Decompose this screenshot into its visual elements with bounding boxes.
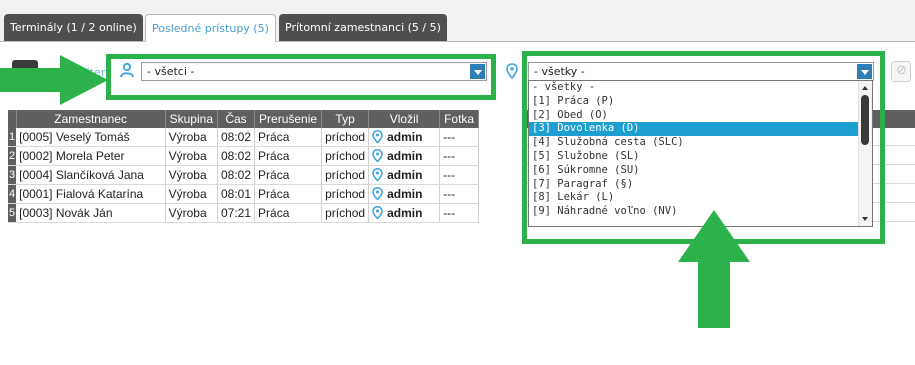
- column-header-inserted-by[interactable]: Vložil: [368, 110, 441, 128]
- tab-recent-access[interactable]: Posledné prístupy (5): [145, 14, 276, 42]
- table-row[interactable]: 1 [0005] Veselý Tomáš Výroba 08:02 Práca…: [8, 128, 480, 147]
- table-header-row: Zamestnanec Skupina Čas Prerušenie Typ V…: [8, 110, 480, 128]
- table-row[interactable]: 3 [0004] Slančíková Jana Výroba 08:02 Pr…: [8, 165, 480, 185]
- row-number-header: [8, 110, 17, 128]
- photo-cell: ---: [439, 165, 480, 185]
- photo-cell: ---: [439, 184, 480, 204]
- column-header-reason[interactable]: Prerušenie: [254, 110, 323, 128]
- inserted-by-cell: admin: [368, 203, 441, 223]
- tab-bar-divider: [0, 41, 915, 42]
- reason-cell: Práca: [254, 128, 323, 147]
- column-header-group[interactable]: Skupina: [165, 110, 219, 128]
- group-cell: Výroba: [165, 128, 219, 147]
- column-header-time[interactable]: Čas: [217, 110, 256, 128]
- row-number: 4: [8, 184, 17, 204]
- time-cell: 08:02: [217, 128, 256, 147]
- table-row[interactable]: 4 [0001] Fialová Katarína Výroba 08:01 P…: [8, 184, 480, 204]
- photo-cell: ---: [439, 146, 480, 166]
- time-cell: 08:02: [217, 165, 256, 185]
- employee-cell: [0002] Morela Peter: [16, 146, 166, 166]
- inserted-by-cell: admin: [368, 146, 441, 166]
- arrow-right-icon: [0, 55, 108, 105]
- employee-cell: [0001] Fialová Katarína: [16, 184, 166, 204]
- time-cell: 08:02: [217, 146, 256, 166]
- row-number: 3: [8, 165, 17, 185]
- access-table: Zamestnanec Skupina Čas Prerušenie Typ V…: [8, 110, 480, 223]
- arrow-up-icon: [678, 210, 750, 328]
- location-pin-icon: [372, 168, 383, 181]
- inserted-by-name: admin: [387, 168, 423, 182]
- type-cell: príchod: [321, 203, 370, 223]
- time-cell: 08:01: [217, 184, 256, 204]
- type-cell: príchod: [321, 165, 370, 185]
- clear-button[interactable]: ⊘: [891, 61, 911, 82]
- column-header-type[interactable]: Typ: [321, 110, 370, 128]
- photo-cell: ---: [439, 128, 480, 147]
- reason-cell: Práca: [254, 203, 323, 223]
- inserted-by-name: admin: [387, 187, 423, 201]
- column-header-photo[interactable]: Fotka: [439, 110, 480, 128]
- clear-icon: ⊘: [896, 63, 907, 78]
- table-row[interactable]: 2 [0002] Morela Peter Výroba 08:02 Práca…: [8, 146, 480, 166]
- group-cell: Výroba: [165, 184, 219, 204]
- photo-cell: ---: [439, 203, 480, 223]
- type-cell: príchod: [321, 146, 370, 166]
- employee-cell: [0003] Novák Ján: [16, 203, 166, 223]
- location-pin-icon: [372, 149, 383, 162]
- group-cell: Výroba: [165, 146, 219, 166]
- highlight-box-employee: [106, 54, 496, 100]
- column-header-employee[interactable]: Zamestnanec: [16, 110, 166, 128]
- row-number: 5: [8, 203, 17, 223]
- inserted-by-name: admin: [387, 149, 423, 163]
- reason-cell: Práca: [254, 184, 323, 204]
- type-cell: príchod: [321, 128, 370, 147]
- location-pin-icon: [372, 206, 383, 219]
- inserted-by-name: admin: [387, 130, 423, 144]
- row-number: 1: [8, 128, 17, 147]
- type-cell: príchod: [321, 184, 370, 204]
- tab-present-employees[interactable]: Prítomní zamestnanci (5 / 5): [279, 14, 447, 41]
- location-pin-icon: [372, 187, 383, 200]
- location-pin-icon: [506, 63, 518, 79]
- row-number: 2: [8, 146, 17, 166]
- time-cell: 07:21: [217, 203, 256, 223]
- group-cell: Výroba: [165, 165, 219, 185]
- inserted-by-name: admin: [387, 206, 423, 220]
- group-cell: Výroba: [165, 203, 219, 223]
- inserted-by-cell: admin: [368, 128, 441, 147]
- location-pin-icon: [372, 130, 383, 143]
- inserted-by-cell: admin: [368, 165, 441, 185]
- reason-cell: Práca: [254, 165, 323, 185]
- tab-terminals[interactable]: Terminály (1 / 2 online): [4, 14, 143, 41]
- reason-cell: Práca: [254, 146, 323, 166]
- employee-cell: [0004] Slančíková Jana: [16, 165, 166, 185]
- table-row[interactable]: 5 [0003] Novák Ján Výroba 07:21 Práca pr…: [8, 203, 480, 223]
- employee-cell: [0005] Veselý Tomáš: [16, 128, 166, 147]
- inserted-by-cell: admin: [368, 184, 441, 204]
